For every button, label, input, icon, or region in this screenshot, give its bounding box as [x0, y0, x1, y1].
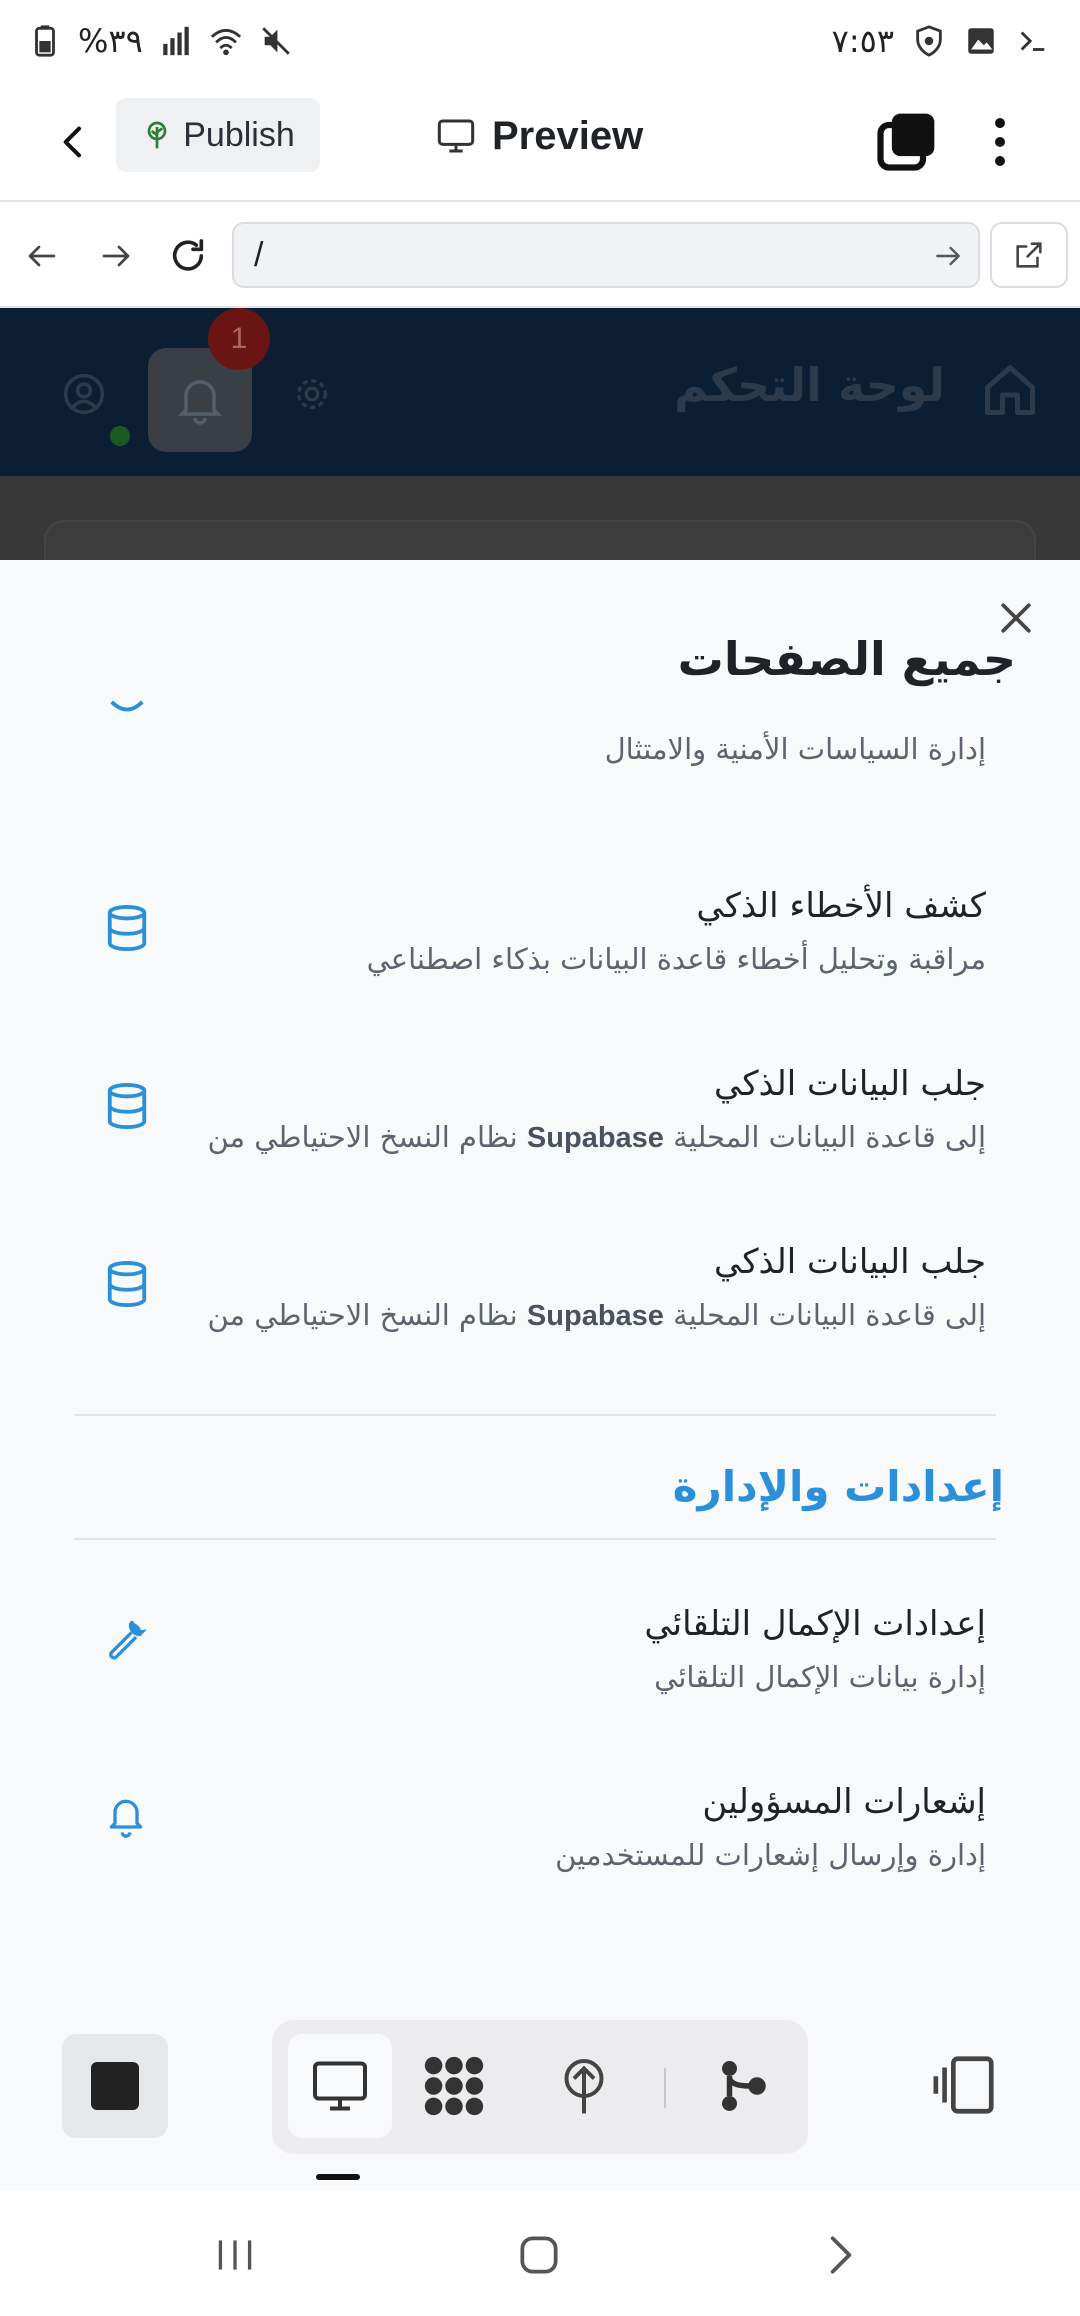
item-title: جلب البيانات الذكي: [714, 1242, 986, 1282]
side-panel-icon[interactable]: [930, 2050, 1000, 2120]
wrench-icon: [109, 1620, 147, 1660]
list-item[interactable]: إدارة السياسات الأمنية والامتثال: [0, 676, 1080, 854]
open-external-button[interactable]: [990, 222, 1068, 288]
section-divider: [74, 1414, 996, 1416]
url-input[interactable]: /: [232, 222, 980, 288]
item-subtitle: إلى قاعدة البيانات المحلية Supabase نظام…: [207, 1298, 986, 1333]
list-item[interactable]: جلب البيانات الذكي إلى قاعدة البيانات ال…: [0, 1242, 1080, 1420]
arrow-left-icon: [28, 245, 56, 267]
item-title: إشعارات المسؤولين: [702, 1782, 986, 1822]
browser-forward-button[interactable]: [88, 228, 144, 284]
home-square-icon: [520, 2236, 558, 2274]
list-item[interactable]: كشف الأخطاء الذكي مراقبة وتحليل أخطاء قا…: [0, 886, 1080, 1064]
external-link-icon: [1016, 242, 1042, 268]
home-button[interactable]: [504, 2220, 574, 2290]
git-branch-button[interactable]: [690, 2034, 794, 2138]
monitor-icon: [313, 2061, 367, 2111]
branch-icon: [722, 2061, 766, 2111]
publish-tree-icon: [147, 121, 167, 149]
background-card: [44, 520, 1036, 560]
shield-status-icon: [916, 25, 942, 57]
wifi-icon: [210, 28, 241, 56]
gear-icon: [297, 379, 327, 409]
bell-icon: [109, 1799, 143, 1838]
item-subtitle: مراقبة وتحليل أخطاء قاعدة البيانات بذكاء…: [366, 942, 986, 976]
deploy-mode-button[interactable]: [532, 2034, 636, 2138]
publish-label: Publish: [183, 115, 295, 154]
terminal-icon: [1020, 31, 1045, 51]
back-button[interactable]: [42, 110, 106, 174]
subtitle-supabase: Supabase: [526, 1300, 664, 1332]
chevron-right-icon: [830, 2236, 852, 2274]
view-mode-group: [272, 2020, 808, 2154]
list-item[interactable]: إعدادات الإكمال التلقائي إدارة بيانات ال…: [0, 1604, 1080, 1782]
section-title: إعدادات والإدارة: [672, 1462, 1004, 1511]
user-circle-icon: [63, 373, 105, 415]
tabs-switcher-icon[interactable]: [872, 108, 940, 176]
notification-badge: 1: [208, 308, 270, 370]
stop-icon: [91, 2062, 139, 2110]
arrow-right-icon: [102, 245, 130, 267]
database-icon: [107, 1260, 147, 1307]
gallery-icon: [968, 28, 994, 54]
preview-mode-button[interactable]: [288, 2034, 392, 2138]
code-mode-button[interactable]: [402, 2034, 506, 2138]
active-tab-indicator: [316, 2174, 360, 2180]
status-bar: %٣٩ ٧:٥٣: [0, 0, 1080, 82]
system-navigation-bar: [0, 2190, 1080, 2316]
browser-bar: /: [0, 204, 1080, 308]
background-header: لوحة التحكم 1: [0, 308, 1080, 476]
item-subtitle: إدارة السياسات الأمنية والامتثال: [604, 732, 986, 766]
go-arrow-icon[interactable]: [932, 240, 964, 272]
monitor-icon: [437, 119, 475, 153]
preview-label: Preview: [492, 113, 644, 158]
background-page-overlay[interactable]: لوحة التحكم 1: [0, 308, 1080, 560]
subtitle-part: نظام النسخ الاحتياطي من: [207, 1298, 518, 1332]
mute-icon: [262, 27, 290, 55]
chevron-left-icon: [63, 126, 81, 158]
database-icon: [107, 905, 147, 951]
url-text: /: [254, 236, 264, 274]
item-subtitle: إدارة وإرسال إشعارات للمستخدمين: [555, 1838, 986, 1872]
database-icon: [107, 1082, 147, 1129]
recents-icon: [218, 2240, 252, 2270]
online-status-dot: [110, 426, 130, 446]
publish-button[interactable]: Publish: [116, 98, 320, 172]
item-title: جلب البيانات الذكي: [714, 1064, 986, 1104]
clock: ٧:٥٣: [831, 22, 894, 60]
home-icon: [985, 365, 1035, 415]
bottom-toolbar: [0, 1984, 1080, 2190]
subtitle-part: إلى قاعدة البيانات المحلية: [673, 1298, 986, 1332]
battery-level: %٣٩: [78, 22, 143, 60]
all-pages-sheet: جميع الصفحات إدارة السياسات الأمنية والا…: [0, 560, 1080, 1984]
more-options-button[interactable]: [976, 108, 1024, 176]
list-item[interactable]: إشعارات المسؤولين إدارة وإرسال إشعارات ل…: [0, 1782, 1080, 1960]
app-bar: Publish Preview: [0, 82, 1080, 202]
item-subtitle: إلى قاعدة البيانات المحلية Supabase نظام…: [207, 1120, 986, 1155]
reload-icon: [172, 239, 204, 271]
preview-title[interactable]: Preview: [436, 104, 643, 168]
system-back-button[interactable]: [806, 2220, 876, 2290]
subtitle-supabase: Supabase: [526, 1122, 664, 1154]
browser-back-button[interactable]: [14, 228, 70, 284]
item-title: كشف الأخطاء الذكي: [696, 886, 986, 926]
shield-icon: [110, 700, 144, 712]
subtitle-part: إلى قاعدة البيانات المحلية: [673, 1120, 986, 1154]
section-divider: [74, 1538, 996, 1540]
recent-apps-button[interactable]: [200, 2220, 270, 2290]
stop-button[interactable]: [62, 2034, 168, 2138]
background-title: لوحة التحكم: [674, 358, 945, 412]
battery-icon: [35, 25, 55, 57]
item-title: إعدادات الإكمال التلقائي: [644, 1604, 986, 1644]
item-subtitle: إدارة بيانات الإكمال التلقائي: [654, 1660, 986, 1694]
publish-tree-icon: [564, 2059, 604, 2114]
signal-icon: [163, 26, 189, 56]
reload-button[interactable]: [160, 228, 216, 284]
subtitle-part: نظام النسخ الاحتياطي من: [207, 1120, 518, 1154]
grid-blocks-icon: [424, 2056, 484, 2116]
list-item[interactable]: جلب البيانات الذكي إلى قاعدة البيانات ال…: [0, 1064, 1080, 1242]
toolbar-separator: [664, 2068, 666, 2108]
